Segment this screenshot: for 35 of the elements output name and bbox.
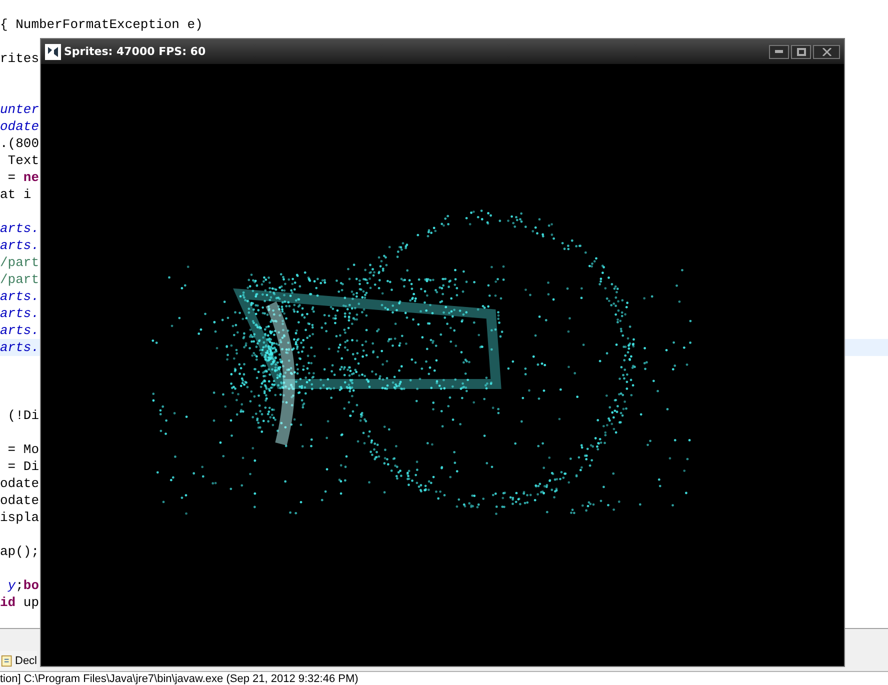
- window-title: Sprites: 47000 FPS: 60: [64, 45, 206, 58]
- code-line: /part: [0, 271, 40, 288]
- code-line: = Mo: [6, 441, 40, 458]
- code-line: odate: [0, 475, 40, 492]
- code-line: unter: [0, 101, 40, 118]
- code-line: { NumberFormatException e): [0, 16, 203, 33]
- code-line: /part: [0, 254, 40, 271]
- close-button[interactable]: [813, 44, 840, 58]
- panel-tab[interactable]: Decl: [0, 651, 38, 671]
- maximize-button[interactable]: [791, 44, 811, 58]
- code-line: id up: [0, 594, 40, 611]
- code-line: arts.: [0, 288, 40, 305]
- code-line: ispla: [0, 509, 40, 526]
- console-status: tion] C:\Program Files\Java\jre7\bin\javaw.exe (Sep 21, 2012 9:32:46 PM): [0, 672, 888, 685]
- code-line: = Di: [6, 458, 40, 475]
- code-line: odate: [0, 492, 40, 509]
- declaration-icon: [1, 654, 13, 668]
- code-line: at i: [0, 186, 32, 203]
- code-line: arts.: [0, 220, 40, 237]
- code-line: arts.: [0, 305, 40, 322]
- minimize-button[interactable]: [769, 44, 789, 58]
- code-line: rites: [0, 50, 40, 67]
- code-line: odate: [0, 118, 40, 135]
- code-line: .(800: [0, 135, 40, 152]
- window-icon: [45, 44, 61, 60]
- close-icon: [822, 48, 832, 56]
- code-line: = ne: [6, 169, 40, 186]
- code-line: y;bo: [6, 577, 40, 594]
- code-line: (!Di: [6, 407, 40, 424]
- minimize-icon: [775, 50, 783, 53]
- code-line: arts.: [0, 237, 40, 254]
- code-line: ap();: [0, 543, 40, 560]
- code-line: Text: [6, 152, 40, 169]
- code-line: arts.: [0, 322, 40, 339]
- maximize-icon: [796, 48, 806, 56]
